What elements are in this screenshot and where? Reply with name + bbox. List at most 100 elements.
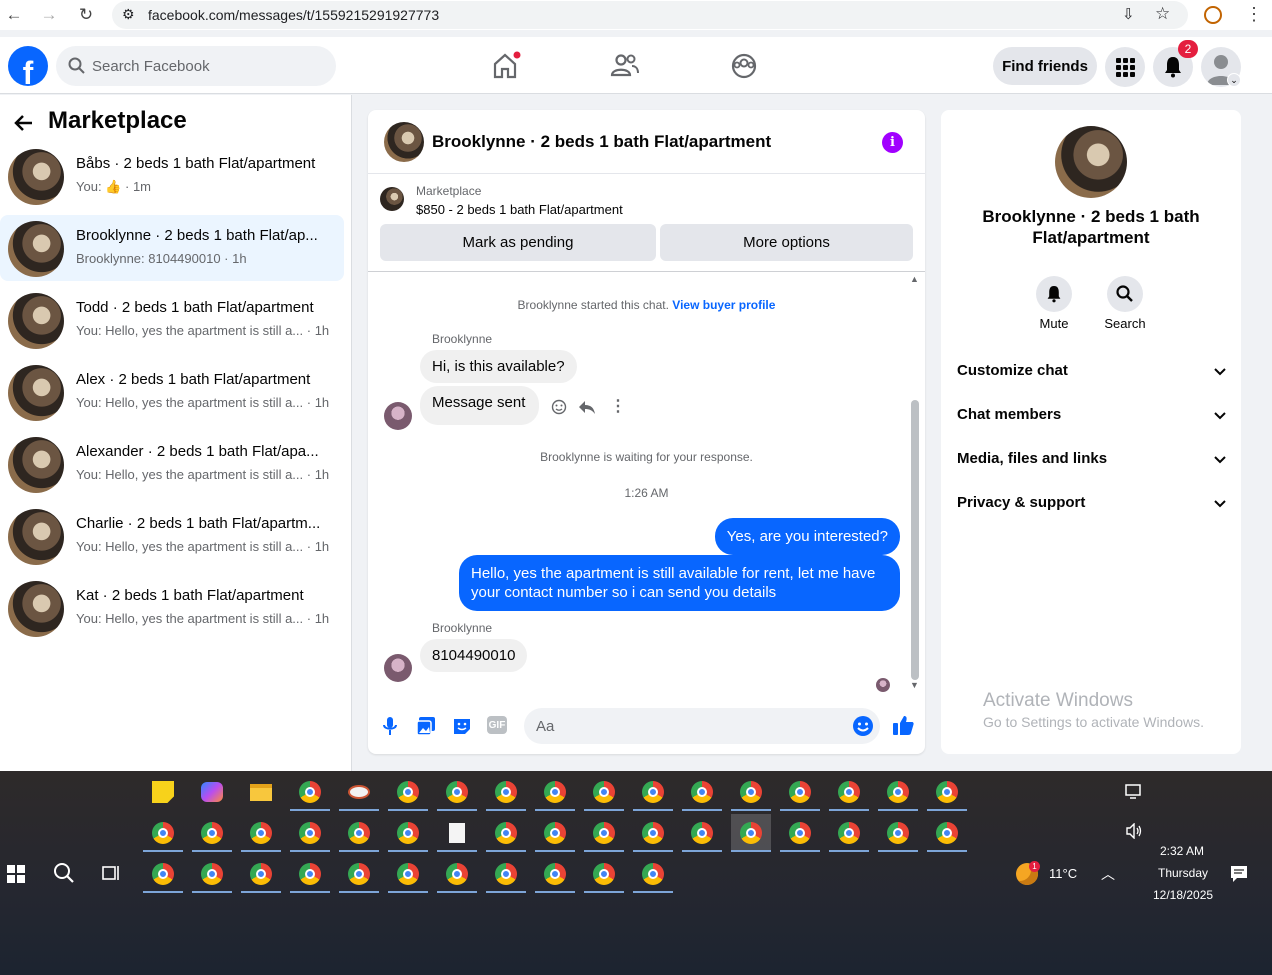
chrome-icon[interactable] (780, 773, 820, 811)
chrome-icon[interactable] (535, 814, 575, 852)
conversation-item[interactable]: Alexander · 2 beds 1 bath Flat/apa... You… (0, 431, 344, 497)
conversation-item[interactable]: Kat · 2 beds 1 bath Flat/apartment You: H… (0, 575, 344, 641)
chrome-icon[interactable] (682, 773, 722, 811)
mark-pending-button[interactable]: Mark as pending (380, 224, 656, 261)
menu-grid-button[interactable] (1105, 47, 1145, 87)
mute-button[interactable] (1036, 276, 1072, 312)
conversation-item[interactable]: Charlie · 2 beds 1 bath Flat/apartm... Yo… (0, 503, 344, 569)
chrome-icon[interactable] (878, 814, 918, 852)
chrome-icon[interactable] (339, 814, 379, 852)
chrome-icon[interactable] (143, 814, 183, 852)
listing-price[interactable]: $850 - 2 beds 1 bath Flat/apartment (416, 202, 623, 217)
emoji-icon[interactable] (852, 715, 874, 737)
chrome-icon[interactable] (535, 855, 575, 893)
chrome-icon[interactable] (388, 814, 428, 852)
more-actions-icon[interactable]: ⋮ (610, 396, 626, 416)
chat-title[interactable]: Brooklynne · 2 beds 1 bath Flat/apartmen… (432, 132, 771, 152)
clock-time[interactable]: 2:32 AM (1160, 844, 1204, 858)
groups-icon[interactable] (728, 50, 760, 82)
search-icon[interactable] (53, 862, 75, 884)
chrome-icon[interactable] (927, 814, 967, 852)
chrome-icon[interactable] (241, 855, 281, 893)
clock-date[interactable]: 12/18/2025 (1153, 888, 1213, 902)
chrome-icon[interactable] (584, 773, 624, 811)
sticker-icon[interactable] (452, 716, 472, 736)
details-avatar[interactable] (1055, 126, 1127, 198)
start-icon[interactable] (7, 865, 25, 883)
chrome-icon[interactable] (584, 814, 624, 852)
weather-temp[interactable]: 11°C (1049, 866, 1077, 881)
search-input[interactable]: Search Facebook (56, 46, 336, 86)
notifications-center-icon[interactable] (1230, 865, 1248, 883)
chrome-icon[interactable] (192, 855, 232, 893)
chrome-icon[interactable] (829, 814, 869, 852)
back-icon[interactable]: ← (2, 3, 26, 27)
chrome-icon[interactable] (388, 855, 428, 893)
copilot-icon[interactable] (192, 773, 232, 811)
scroll-down-icon[interactable]: ▼ (910, 680, 919, 690)
show-hidden-icons[interactable]: ︿ (1101, 864, 1115, 884)
notepad-icon[interactable] (437, 814, 477, 852)
clock-day[interactable]: Thursday (1158, 866, 1208, 880)
chat-scrollbar[interactable] (911, 400, 919, 680)
view-buyer-profile-link[interactable]: View buyer profile (672, 298, 775, 312)
network-icon[interactable] (1125, 784, 1143, 800)
friends-icon[interactable] (609, 50, 641, 82)
chrome-icon[interactable] (290, 855, 330, 893)
details-section[interactable]: Customize chat (957, 362, 1227, 386)
details-section[interactable]: Media, files and links (957, 450, 1227, 474)
conversation-item[interactable]: Båbs · 2 beds 1 bath Flat/apartment You: … (0, 143, 344, 209)
reload-icon[interactable]: ↻ (74, 3, 98, 27)
more-options-button[interactable]: More options (660, 224, 913, 261)
chrome-icon[interactable] (780, 814, 820, 852)
back-arrow-icon[interactable] (12, 111, 36, 135)
chrome-icon[interactable] (290, 814, 330, 852)
chrome-icon[interactable] (290, 773, 330, 811)
install-icon[interactable]: ⇩ (1122, 5, 1135, 23)
incoming-message[interactable]: Message sent (420, 386, 540, 425)
outgoing-message[interactable]: Hello, yes the apartment is still availa… (459, 555, 900, 611)
scroll-up-icon[interactable]: ▲ (910, 274, 919, 284)
profile-icon[interactable] (1204, 6, 1222, 24)
chrome-icon[interactable] (927, 773, 967, 811)
like-icon[interactable] (892, 714, 914, 736)
chrome-icon[interactable] (682, 814, 722, 852)
incoming-message[interactable]: 8104490010 (420, 639, 528, 672)
chrome-icon[interactable] (486, 814, 526, 852)
info-icon[interactable]: i (882, 132, 903, 153)
chrome-icon[interactable] (486, 855, 526, 893)
react-icon[interactable] (551, 399, 567, 415)
chrome-icon[interactable] (388, 773, 428, 811)
search-chat-button[interactable] (1107, 276, 1143, 312)
chrome-icon[interactable] (437, 855, 477, 893)
sender-avatar[interactable] (384, 402, 412, 430)
chrome-icon[interactable] (878, 773, 918, 811)
chrome-icon[interactable] (192, 814, 232, 852)
chrome-icon[interactable] (437, 773, 477, 811)
reply-icon[interactable] (578, 399, 596, 415)
file-explorer-icon[interactable] (241, 773, 281, 811)
chrome-icon[interactable] (829, 773, 869, 811)
outgoing-message[interactable]: Yes, are you interested? (714, 518, 900, 555)
chrome-icon[interactable] (584, 855, 624, 893)
gif-icon[interactable]: GIF (487, 716, 507, 734)
facebook-logo-icon[interactable]: f (8, 46, 48, 86)
site-settings-icon[interactable]: ⚙ (122, 6, 135, 23)
chrome-icon[interactable] (633, 773, 673, 811)
volume-icon[interactable] (1125, 823, 1143, 839)
home-icon[interactable] (489, 50, 521, 82)
details-section[interactable]: Privacy & support (957, 494, 1227, 518)
chat-avatar[interactable] (384, 122, 424, 162)
chrome-icon[interactable] (339, 855, 379, 893)
chrome-icon[interactable] (731, 814, 771, 852)
chrome-icon[interactable] (633, 855, 673, 893)
incoming-message[interactable]: Hi, is this available? (420, 350, 577, 383)
details-section[interactable]: Chat members (957, 406, 1227, 430)
sender-avatar[interactable] (384, 654, 412, 682)
message-input[interactable]: Aa (524, 708, 880, 744)
listing-thumbnail[interactable] (380, 187, 404, 211)
chrome-icon[interactable] (633, 814, 673, 852)
conversation-item[interactable]: Todd · 2 beds 1 bath Flat/apartment You: … (0, 287, 344, 353)
find-friends-button[interactable]: Find friends (993, 47, 1097, 85)
chrome-icon[interactable] (241, 814, 281, 852)
